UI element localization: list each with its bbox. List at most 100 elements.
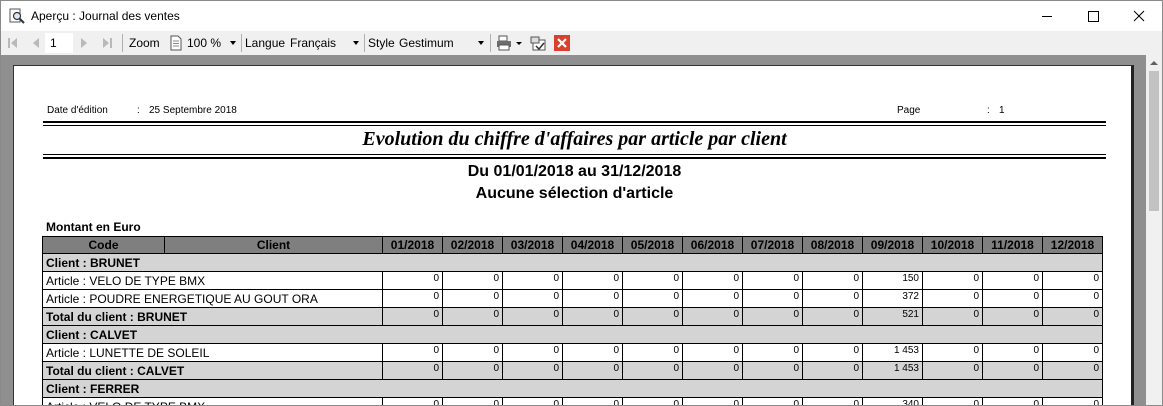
client-total-row: Total du client : BRUNET 0 0 0 0 0 0 0 0 521 0 0 0 — [42, 307, 1103, 326]
month-value-cell: 0 — [742, 307, 803, 326]
month-value-cell: 0 — [442, 361, 503, 380]
column-header: Code — [42, 236, 165, 254]
month-value-cell: 0 — [622, 361, 683, 380]
client-total-row: Total du client : CALVET 0 0 0 0 0 0 0 0 1 453 0 0 0 — [42, 361, 1103, 380]
report-title: Evolution du chiffre d'affaires par arti… — [362, 128, 787, 150]
edition-date-value: 25 Septembre 2018 — [149, 105, 237, 116]
month-value-cell: 0 — [382, 289, 443, 308]
month-value-cell: 0 — [622, 271, 683, 290]
first-page-icon — [8, 38, 17, 48]
export-icon — [530, 36, 546, 51]
month-value-cell: 0 — [742, 343, 803, 362]
month-value-cell: 0 — [442, 271, 503, 290]
first-page-button[interactable] — [7, 31, 19, 55]
month-value-cell: 0 — [562, 361, 623, 380]
month-value-cell: 0 — [802, 271, 863, 290]
month-value-cell: 0 — [682, 397, 743, 405]
column-header: 01/2018 — [382, 236, 443, 254]
total-label: Total du client : CALVET — [42, 361, 383, 380]
chevron-down-icon — [478, 41, 484, 45]
month-value-cell: 0 — [502, 271, 563, 290]
next-page-button[interactable] — [79, 31, 89, 55]
column-header: 12/2018 — [1042, 236, 1103, 254]
close-red-icon — [554, 35, 570, 51]
month-value-cell: 0 — [682, 271, 743, 290]
month-value-cell: 1 453 — [862, 343, 923, 362]
month-value-cell: 372 — [862, 289, 923, 308]
column-header: 07/2018 — [742, 236, 803, 254]
month-value-cell: 0 — [982, 343, 1043, 362]
column-header: 05/2018 — [622, 236, 683, 254]
month-value-cell: 0 — [562, 397, 623, 405]
month-value-cell: 0 — [502, 343, 563, 362]
last-page-button[interactable] — [101, 31, 113, 55]
scroll-up-icon[interactable] — [1146, 55, 1162, 71]
title-rule-bottom — [43, 157, 1106, 159]
month-value-cell: 0 — [982, 307, 1043, 326]
title-rule-top — [43, 121, 1106, 123]
report-period: Du 01/01/2018 au 31/12/2018 — [467, 163, 682, 180]
client-group-row: Client : FERRER — [42, 379, 1103, 398]
month-value-cell: 0 — [1042, 361, 1103, 380]
close-preview-button[interactable] — [554, 31, 570, 55]
client-name: Client : CALVET — [42, 325, 1103, 344]
style-label: Style — [368, 36, 395, 50]
page-zoom-icon — [169, 31, 183, 55]
previous-page-button[interactable] — [31, 31, 41, 55]
month-value-cell: 0 — [802, 307, 863, 326]
month-value-cell: 0 — [802, 289, 863, 308]
preview-window: Aperçu : Journal des ventes 1 Zoom 100 %… — [0, 0, 1163, 406]
month-value-cell: 1 453 — [862, 361, 923, 380]
column-header: 11/2018 — [982, 236, 1043, 254]
vertical-scrollbar[interactable] — [1146, 55, 1162, 405]
currency-label: Montant en Euro — [46, 220, 141, 234]
maximize-icon — [1088, 11, 1099, 22]
month-value-cell: 0 — [682, 307, 743, 326]
month-value-cell: 0 — [922, 289, 983, 308]
title-rule-top-thin — [43, 125, 1106, 126]
language-select[interactable]: Français — [290, 33, 362, 53]
month-value-cell: 0 — [622, 307, 683, 326]
scrollbar-thumb[interactable] — [1149, 71, 1159, 211]
month-value-cell: 0 — [502, 289, 563, 308]
month-value-cell: 0 — [922, 361, 983, 380]
minimize-button[interactable] — [1024, 1, 1070, 31]
month-value-cell: 0 — [382, 271, 443, 290]
month-value-cell: 0 — [982, 289, 1043, 308]
page-number-input[interactable]: 1 — [45, 33, 73, 53]
month-value-cell: 0 — [682, 343, 743, 362]
column-header: Client — [164, 236, 383, 254]
zoom-select[interactable]: 100 % — [187, 33, 239, 53]
month-value-cell: 0 — [1042, 289, 1103, 308]
page-separator: : — [987, 105, 990, 116]
maximize-button[interactable] — [1070, 1, 1116, 31]
month-value-cell: 0 — [982, 361, 1043, 380]
month-value-cell: 150 — [862, 271, 923, 290]
preview-area[interactable]: Date d'édition : 25 Septembre 2018 Page … — [1, 55, 1146, 405]
toolbar-separator — [241, 34, 242, 52]
page-number-value: 1 — [999, 105, 1005, 116]
export-button[interactable] — [530, 31, 546, 55]
month-value-cell: 0 — [742, 397, 803, 405]
month-value-cell: 0 — [742, 271, 803, 290]
next-page-icon — [81, 38, 87, 48]
column-header: 03/2018 — [502, 236, 563, 254]
previous-page-icon — [33, 38, 39, 48]
column-header: 09/2018 — [862, 236, 923, 254]
month-value-cell: 0 — [562, 289, 623, 308]
article-name: Article : LUNETTE DE SOLEIL — [42, 343, 383, 362]
print-button[interactable] — [496, 31, 522, 55]
style-select[interactable]: Gestimum — [399, 33, 487, 53]
table-row: Article : LUNETTE DE SOLEIL 0 0 0 0 0 0 0 0 1 453… — [42, 343, 1103, 362]
month-value-cell: 0 — [682, 361, 743, 380]
edition-date-separator: : — [137, 105, 140, 116]
article-name: Article : VELO DE TYPE BMX — [42, 397, 383, 405]
close-window-button[interactable] — [1116, 1, 1162, 31]
page-label: Page — [897, 105, 921, 116]
month-value-cell: 0 — [502, 361, 563, 380]
month-value-cell: 0 — [622, 343, 683, 362]
month-value-cell: 0 — [1042, 271, 1103, 290]
total-label: Total du client : BRUNET — [42, 307, 383, 326]
article-name: Article : POUDRE ENERGETIQUE AU GOUT ORA — [42, 289, 383, 308]
month-value-cell: 0 — [502, 397, 563, 405]
